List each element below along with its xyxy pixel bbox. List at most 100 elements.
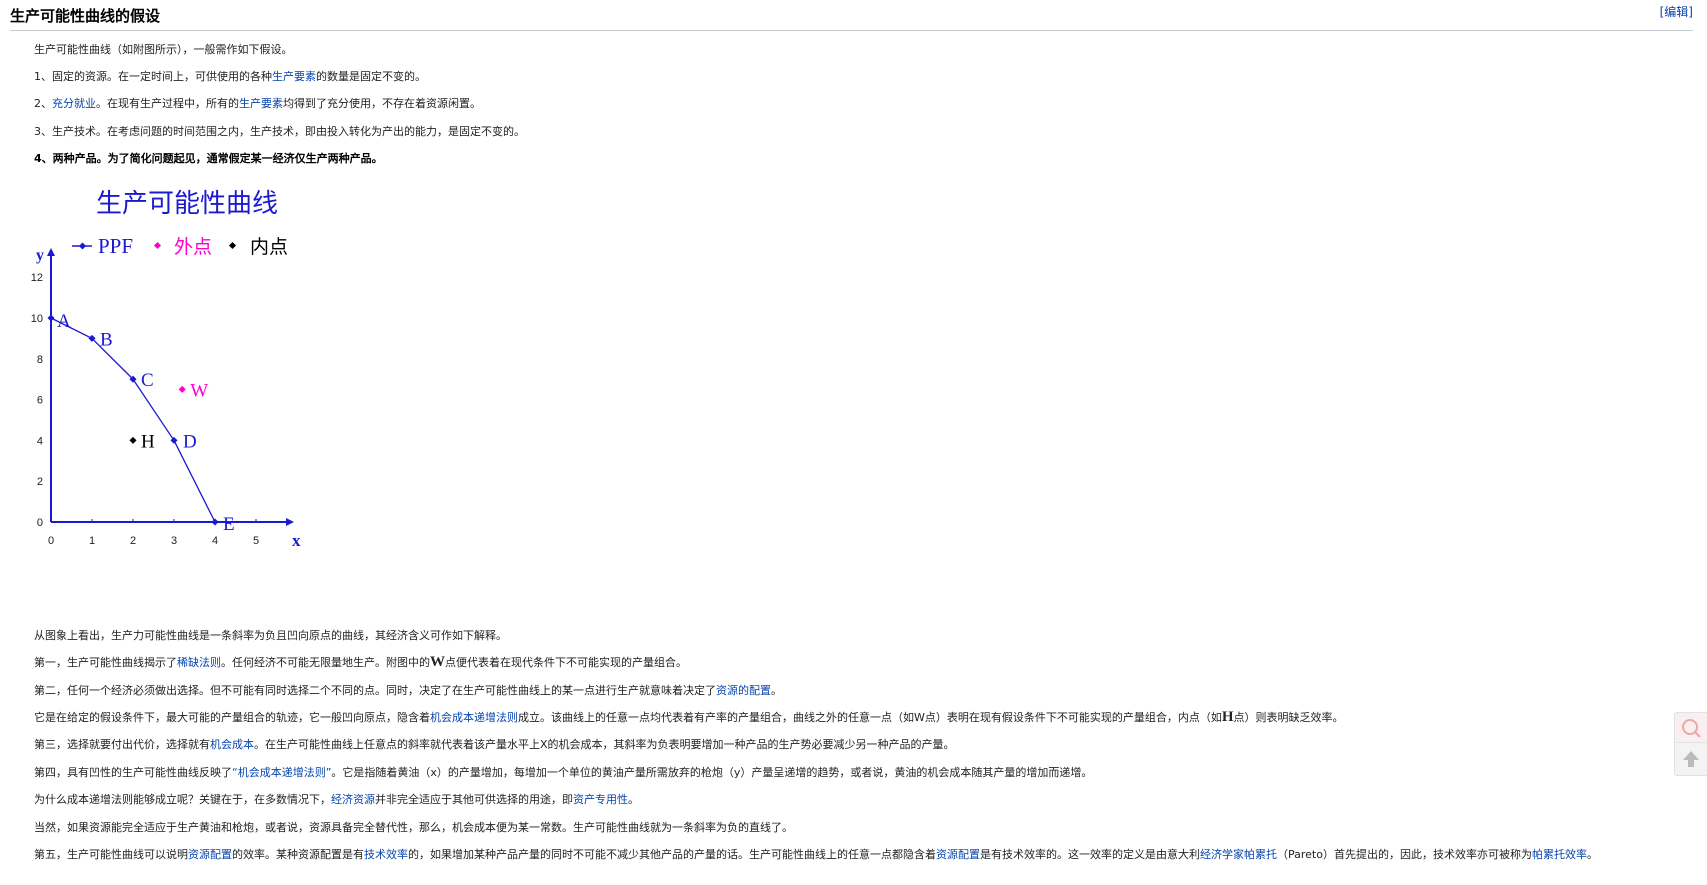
- ppf-curve: [50, 317, 216, 523]
- point-d-label: D: [183, 431, 197, 452]
- y-tick-label: 2: [37, 476, 43, 488]
- point-h-symbol: H: [1221, 709, 1234, 725]
- legend-outer-label: 外点: [174, 236, 212, 258]
- back-to-top-button[interactable]: [1674, 742, 1707, 776]
- arrow-up-icon: [1683, 751, 1699, 767]
- text: 。: [1586, 848, 1598, 861]
- paragraph-assumption-1: 1、固定的资源。在一定时间上，可供使用的各种生产要素的数量是固定不变的。: [34, 69, 426, 84]
- legend-inner-label: 内点: [250, 236, 288, 258]
- text: 的，如果增加某种产品产量的同时不可能不减少其他产品的产量的话。生产可能性曲线上的…: [408, 848, 936, 861]
- x-axis-arrow: [286, 518, 294, 526]
- point-a-label: A: [57, 311, 71, 332]
- paragraph-definition: 它是在给定的假设条件下，最大可能的产量组合的轨迹，它一般凹向原点，隐含着机会成本…: [34, 710, 1344, 725]
- point-a-marker: [47, 314, 55, 322]
- chart-axes: 0 1 2 3 4 5024681012xy: [31, 247, 301, 550]
- y-tick-label: 12: [31, 272, 43, 284]
- y-tick-label: 4: [37, 435, 43, 447]
- point-c-label: C: [141, 370, 154, 391]
- y-axis-label: y: [36, 247, 44, 264]
- y-tick-label: 6: [37, 395, 43, 407]
- search-float-button[interactable]: [1674, 712, 1707, 746]
- text: 。在生产可能性曲线上任意点的斜率就代表着该产量水平上X的机会成本，其斜率为负表明…: [254, 738, 955, 751]
- text: 。: [628, 793, 639, 806]
- text: 。: [771, 684, 782, 697]
- point-w-label: W: [190, 380, 208, 401]
- paragraph-third: 第三，选择就要付出代价，选择就有机会成本。在生产可能性曲线上任意点的斜率就代表着…: [34, 737, 955, 752]
- y-tick-label: 8: [37, 354, 43, 366]
- text: 它是在给定的假设条件下，最大可能的产量组合的轨迹，它一般凹向原点，隐含着: [34, 711, 430, 724]
- link-resource-allocation[interactable]: 资源配置: [936, 848, 980, 861]
- link-opportunity-cost[interactable]: 机会成本: [210, 738, 254, 751]
- x-tick-label: 0: [48, 535, 54, 547]
- edit-link[interactable]: [编辑]: [1660, 3, 1693, 20]
- text: 点）则表明缺乏效率。: [1233, 711, 1344, 724]
- link-asset-specificity[interactable]: 资产专用性: [573, 793, 628, 806]
- x-tick-label: 5: [253, 535, 259, 547]
- legend-ppf-marker: [78, 242, 87, 250]
- point-d-marker: [170, 436, 178, 444]
- legend-ppf-label: PPF: [98, 234, 133, 258]
- paragraph-intro: 生产可能性曲线（如附图所示），一般需作如下假设。: [34, 43, 293, 56]
- link-increasing-cost-law[interactable]: “机会成本递增法则”: [232, 766, 331, 779]
- chart-title: 生产可能性曲线: [96, 189, 278, 218]
- link-production-factors[interactable]: 生产要素: [239, 97, 283, 110]
- text: 第二，任何一个经济必须做出选择。但不可能有同时选择二个不同的点。同时，决定了在生…: [34, 684, 716, 697]
- link-resource-allocation[interactable]: 资源配置: [188, 848, 232, 861]
- paragraph-why: 为什么成本递增法则能够成立呢？关键在于，在多数情况下，经济资源并非完全适应于其他…: [34, 792, 639, 807]
- y-tick-label: 0: [37, 517, 43, 529]
- text: 为什么成本递增法则能够成立呢？关键在于，在多数情况下，: [34, 793, 331, 806]
- text: 并非完全适应于其他可供选择的用途，即: [375, 793, 573, 806]
- text: 点便代表着在现代条件下不可能实现的产量组合。: [445, 656, 687, 669]
- paragraph-of-course: 当然，如果资源能完全适应于生产黄油和枪炮，或者说，资源具备完全替代性，那么，机会…: [34, 821, 793, 834]
- chart-legend: PPF 外点 内点: [72, 234, 288, 258]
- x-tick-label: 2: [130, 535, 136, 547]
- chart-marks: A B C D E W H: [47, 311, 235, 535]
- paragraph-fourth: 第四，具有凹性的生产可能性曲线反映了“机会成本递增法则”。它是指随着黄油（x）的…: [34, 765, 1092, 780]
- text: 第五，生产可能性曲线可以说明: [34, 848, 188, 861]
- link-economist-pareto[interactable]: 经济学家帕累托: [1200, 848, 1277, 861]
- point-h-marker: [129, 436, 137, 444]
- paragraph-second: 第二，任何一个经济必须做出选择。但不可能有同时选择二个不同的点。同时，决定了在生…: [34, 683, 782, 698]
- point-h-label: H: [141, 431, 155, 452]
- x-tick-label: 1: [89, 535, 95, 547]
- text: 1、固定的资源。在一定时间上，可供使用的各种: [34, 70, 272, 83]
- point-e-marker: [211, 518, 219, 526]
- text: 第四，具有凹性的生产可能性曲线反映了: [34, 766, 232, 779]
- legend-outer-marker: [153, 241, 162, 250]
- text: 均得到了充分使用，不存在着资源闲置。: [283, 97, 481, 110]
- text: 。它是指随着黄油（x）的产量增加，每增加一个单位的黄油产量所需放弃的枪炮（y）产…: [331, 766, 1093, 779]
- text: 是有技术效率的。这一效率的定义是由意大利: [980, 848, 1200, 861]
- text: 第三，选择就要付出代价，选择就有: [34, 738, 210, 751]
- paragraph-assumption-4: 4、两种产品。为了简化问题起见，通常假定某一经济仅生产两种产品。: [34, 152, 383, 165]
- section-header: 生产可能性曲线的假设 [编辑]: [10, 0, 1693, 31]
- link-scarcity-law[interactable]: 稀缺法则: [177, 656, 221, 669]
- link-economic-resources[interactable]: 经济资源: [331, 793, 375, 806]
- section-title: 生产可能性曲线的假设: [10, 7, 161, 25]
- link-technical-efficiency[interactable]: 技术效率: [364, 848, 408, 861]
- text: 成立。该曲线上的任意一点均代表着有产率的产量组合，曲线之外的任意一点（如W点）表…: [518, 711, 1222, 724]
- link-pareto-efficiency[interactable]: 帕累托效率: [1532, 848, 1587, 861]
- search-icon: [1682, 719, 1701, 738]
- text: 2、: [34, 97, 52, 110]
- paragraph-fifth: 第五，生产可能性曲线可以说明资源配置的效率。某种资源配置是有技术效率的，如果增加…: [34, 847, 1598, 862]
- text: 。任何经济不可能无限量地生产。附图中的: [221, 656, 430, 669]
- y-axis-arrow: [47, 248, 55, 256]
- text: 第一，生产可能性曲线揭示了: [34, 656, 177, 669]
- text: 的效率。某种资源配置是有: [232, 848, 364, 861]
- legend-inner-marker: [228, 241, 237, 250]
- ppf-chart: 生产可能性曲线 PPF 外点 内点 0 1 2 3 4 5024681012xy ABCDEW…: [31, 189, 301, 550]
- x-axis-label: x: [292, 531, 301, 550]
- point-w-marker: [178, 385, 186, 393]
- point-e-label: E: [223, 514, 235, 535]
- text: （Pareto）首先提出的，因此，技术效率亦可被称为: [1277, 848, 1532, 861]
- link-full-employment[interactable]: 充分就业: [52, 97, 96, 110]
- link-increasing-opportunity-cost[interactable]: 机会成本递增法则: [430, 711, 518, 724]
- text: 的数量是固定不变的。: [316, 70, 426, 83]
- point-b-label: B: [100, 329, 113, 350]
- x-tick-label: 3: [171, 535, 177, 547]
- link-resource-allocation[interactable]: 资源的配置: [716, 684, 771, 697]
- link-production-factors[interactable]: 生产要素: [272, 70, 316, 83]
- paragraph-explanation: 从图象上看出，生产力可能性曲线是一条斜率为负且凹向原点的曲线，其经济含义可作如下…: [34, 629, 507, 642]
- paragraph-first: 第一，生产可能性曲线揭示了稀缺法则。任何经济不可能无限量地生产。附图中的W点便代…: [34, 655, 687, 670]
- x-tick-label: 4: [212, 535, 218, 547]
